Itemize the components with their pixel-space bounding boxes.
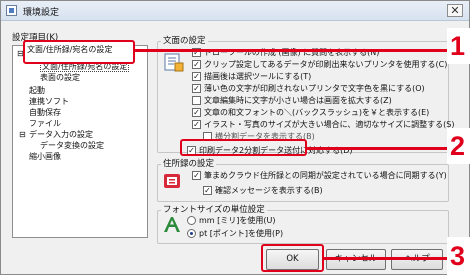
radio-pt[interactable] [187,229,196,238]
checkbox-backslash-yen[interactable]: ✓ [192,108,201,117]
checkbox-clip-printer[interactable]: ✓ [192,60,201,69]
radio-mm[interactable] [187,216,196,225]
title-bar: 環境設定 ✕ [1,1,469,21]
address-book-icon [164,174,180,188]
checkbox-zoom-small-text[interactable] [192,96,201,105]
marker-1: 1 [450,31,466,61]
font-unit-legend: フォントサイズの単位設定 [161,203,267,215]
tree-item-startup[interactable]: 起動 [29,86,45,95]
radio-label: mm [ミリ]を使用(U) [199,216,276,225]
tree-item-thumbnails[interactable]: 縮小画像 [29,152,61,161]
checkbox-label: 確認メッセージを表示する(B) [215,186,323,195]
checkbox-label: イラスト・写真のサイズが大きい場合に、適切なサイズに調整する(S) [204,120,455,129]
checkbox-cloud-sync[interactable]: ✓ [192,171,201,180]
app-icon [6,5,17,16]
highlight-box-ok [261,244,324,272]
radio-label: pt [ポイント]を使用(P) [199,229,284,238]
address-settings-legend: 住所録の設定 [161,157,217,169]
checkbox-resize-large-images[interactable]: ✓ [192,120,201,129]
highlight-box-tree-item: 文面/住所録/宛名の設定 [23,40,135,64]
window-title: 環境設定 [23,8,60,18]
checkbox-label: 薄い色の文字が印刷されないプリンタで文字色を黒にする(O) [204,84,425,93]
font-size-icon [164,217,180,232]
checkbox-label: 文章の和文フォントの＼(バックスラッシュ)を￥と表示する(E) [204,108,430,117]
marker-2: 2 [450,131,466,161]
marker-3: 3 [450,241,466,271]
tree-item-autosave[interactable]: 自動保存 [29,108,61,117]
close-button[interactable]: ✕ [447,4,463,17]
checkbox-label: 描画後は選択ツールにする(T) [204,72,312,81]
checkbox-label: 文章編集時に文字が小さい場合は画面を拡大する(Z) [204,96,392,105]
checkbox-label: クリップ設定してあるデータが印刷出来ないプリンタを使用する(C) [204,60,448,69]
tree-item-surface-settings[interactable]: 表面の設定 [40,73,80,82]
document-settings-icon [164,53,184,72]
callout-line-1 [135,49,447,52]
tree-item-linked-software[interactable]: 連携ソフト [29,97,69,106]
highlight-box-print-data [180,139,307,156]
tree-expander-icon-2[interactable]: ⊟ [19,130,26,139]
checkbox-light-text-black[interactable]: ✓ [192,84,201,93]
callout-line-3 [324,257,447,260]
checkbox-select-tool-after-draw[interactable]: ✓ [192,72,201,81]
tree-item-data-input[interactable]: データ入力の設定 [29,130,93,139]
callout-line-2 [307,147,447,150]
highlight-text: 文面/住所録/宛名の設定 [27,45,113,54]
tree-item-file[interactable]: ファイル [29,119,61,128]
tree-item-data-conversion[interactable]: データ変換の設定 [40,141,104,150]
checkbox-label: 筆まめクラウド住所録との同期が設定されている場合に同期する(Y) [204,171,447,180]
text-settings-legend: 文面の設定 [161,34,208,46]
settings-tree: ⊟ 文面/住所録/宛名の設定 表面の設定 起動 連携ソフト 自動保存 ファイル … [12,45,148,238]
checkbox-show-confirm[interactable]: ✓ [203,186,212,195]
